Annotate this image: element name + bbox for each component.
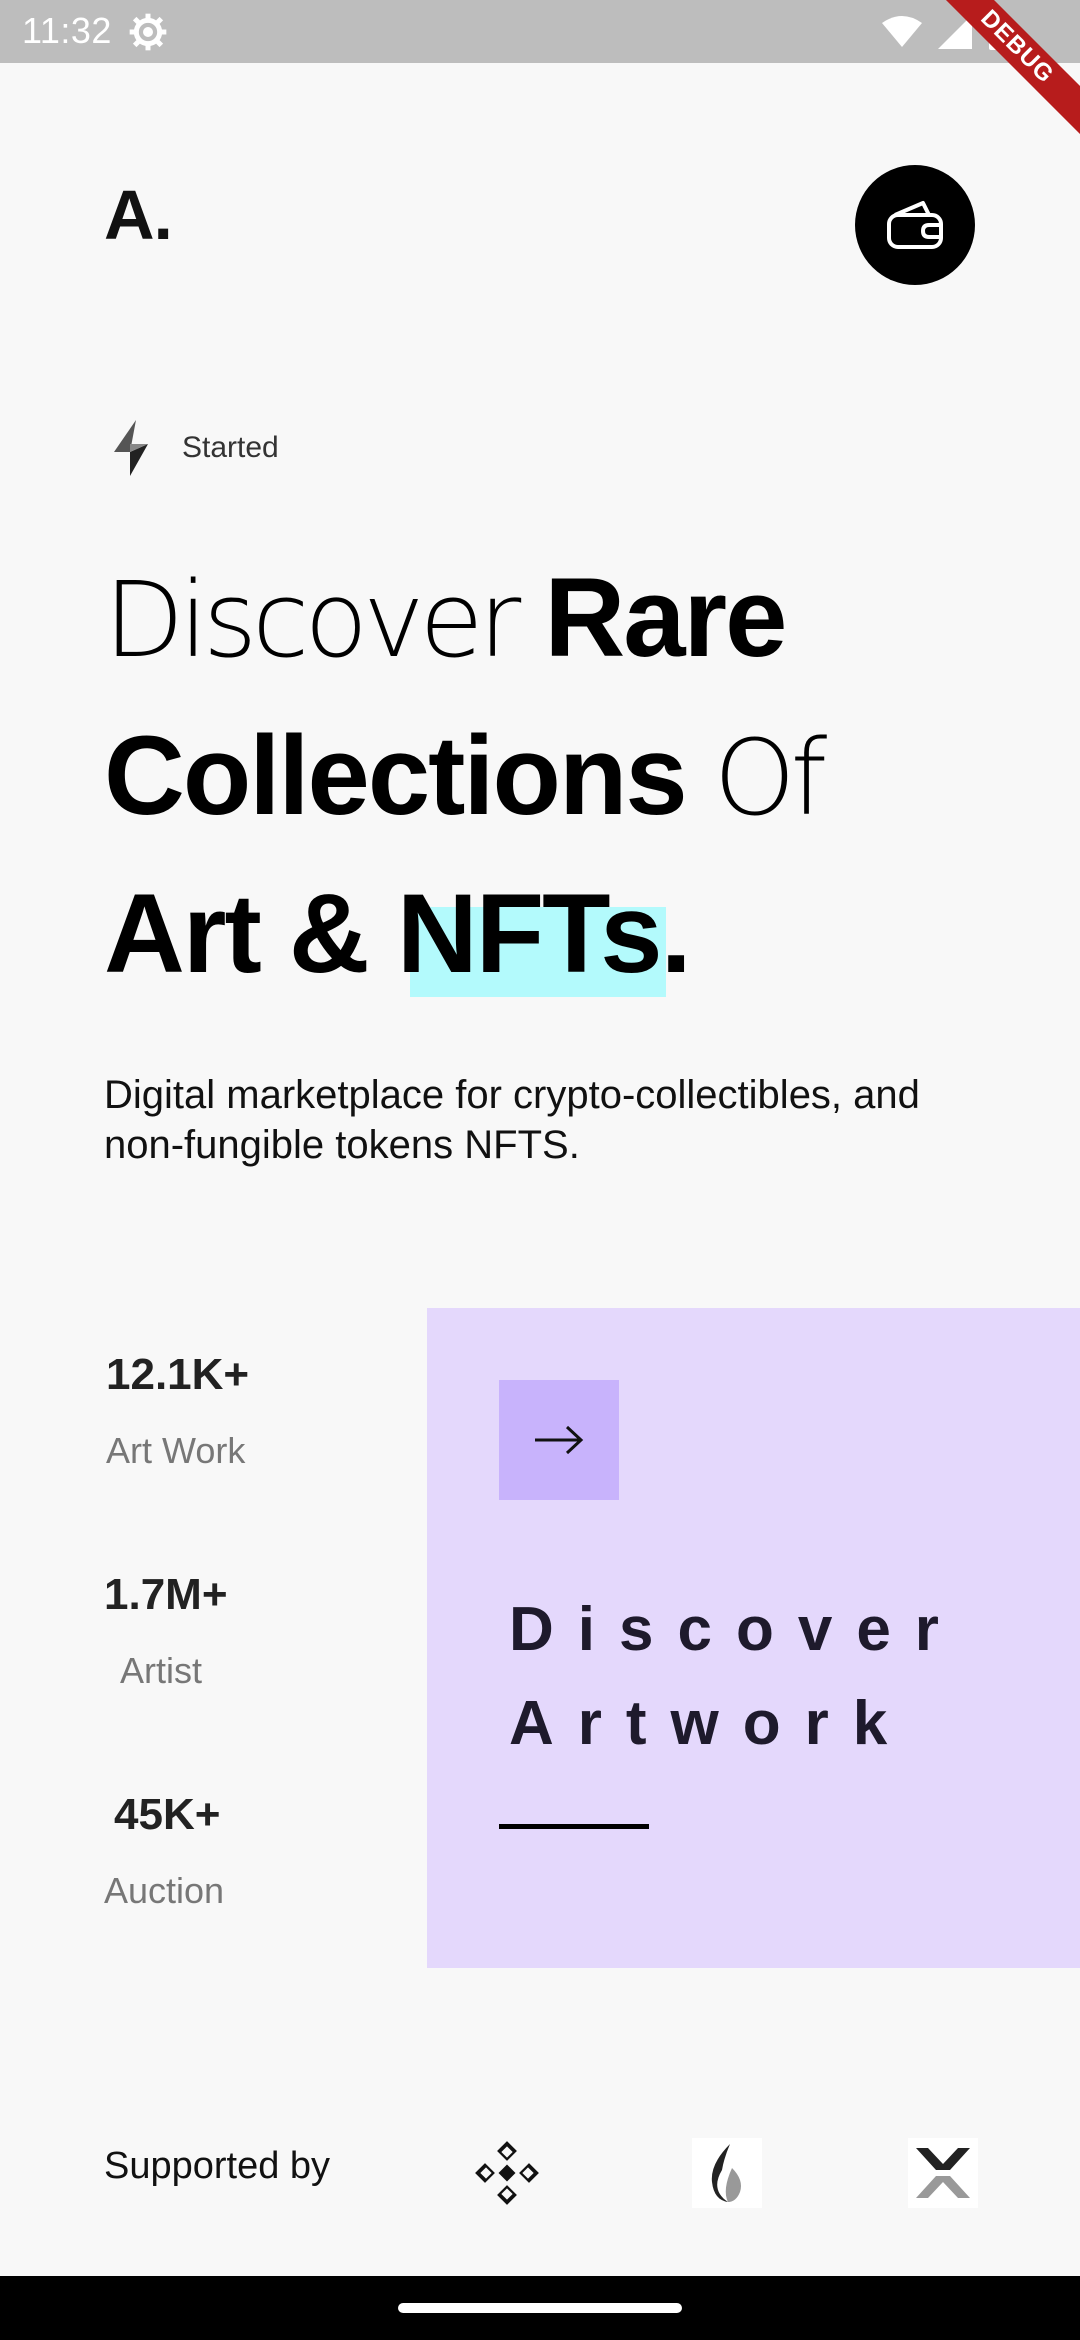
supported-by-label: Supported by xyxy=(104,2145,331,2187)
arrow-right-icon xyxy=(535,1425,584,1455)
headline-word-discover: Discover xyxy=(104,559,545,681)
started-row: Started xyxy=(110,420,279,476)
wifi-icon xyxy=(882,16,922,47)
stat-auction-value: 45K+ xyxy=(114,1790,221,1839)
stat-artist-value: 1.7M+ xyxy=(104,1570,228,1619)
discover-arrow-button[interactable] xyxy=(499,1380,619,1500)
started-label: Started xyxy=(182,431,279,464)
binance-icon xyxy=(472,2138,542,2208)
headline-word-collections: Collections xyxy=(104,713,688,838)
stat-artist-label: Artist xyxy=(120,1650,203,1691)
lightning-icon xyxy=(114,420,148,476)
home-indicator[interactable] xyxy=(398,2303,682,2313)
headline-word-art-nfts: Art & NFTs. xyxy=(104,871,692,996)
discover-line-2: Artwork xyxy=(509,1689,912,1758)
discover-line-1: Discover xyxy=(509,1595,963,1664)
discover-artwork-title: Discover Artwork xyxy=(509,1583,963,1771)
x-chevron-icon xyxy=(908,2138,978,2208)
wallet-button[interactable] xyxy=(855,165,975,285)
status-bar: 11:32 DEBUG xyxy=(0,0,1080,148)
stat-artwork-label: Art Work xyxy=(106,1430,246,1471)
discover-underline xyxy=(499,1824,649,1829)
discover-artwork-card[interactable]: Discover Artwork xyxy=(427,1308,1080,1968)
app-logo: A. xyxy=(104,176,173,254)
status-time: 11:32 xyxy=(22,10,112,51)
settings-gear-icon xyxy=(129,13,167,51)
stat-auction-label: Auction xyxy=(104,1870,225,1911)
subtitle: Digital marketplace for crypto-collectib… xyxy=(104,1073,920,1167)
flame-icon xyxy=(692,2138,762,2208)
wallet-icon xyxy=(887,201,943,249)
headline: Discover Rare Collections Of Art & NFTs. xyxy=(104,540,1004,1012)
stat-artwork-value: 12.1K+ xyxy=(106,1350,250,1399)
headline-word-of: Of xyxy=(685,717,827,839)
headline-word-rare: Rare xyxy=(544,555,787,680)
